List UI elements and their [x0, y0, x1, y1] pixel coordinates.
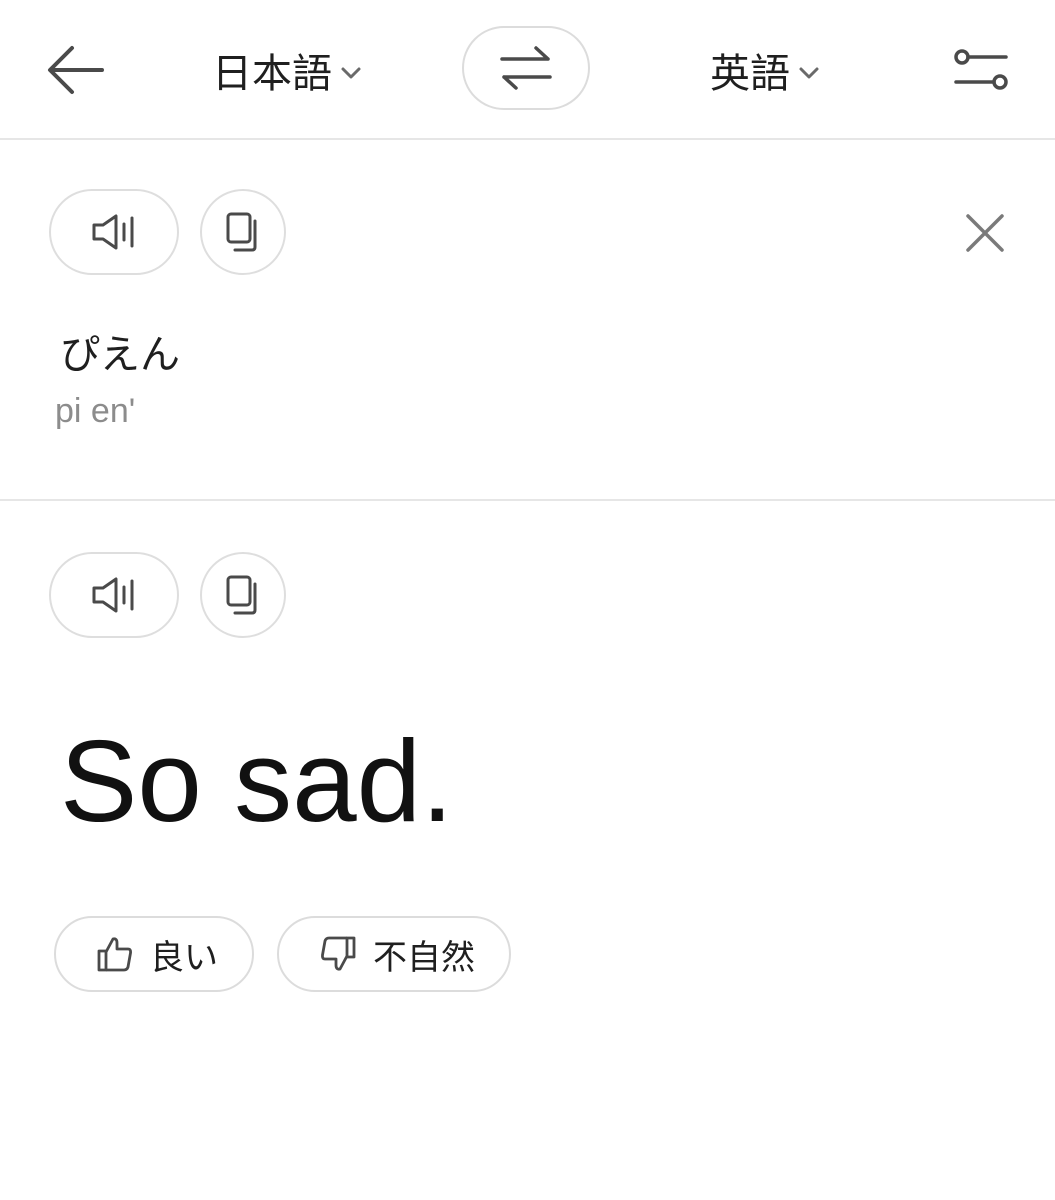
sliders-icon	[954, 49, 1008, 90]
panel-divider	[0, 499, 1055, 501]
source-copy-button[interactable]	[200, 189, 286, 275]
translation-result: So sad.	[60, 716, 454, 846]
source-speak-button[interactable]	[49, 189, 179, 275]
copy-icon	[226, 575, 257, 615]
target-language-label: 英語	[710, 51, 790, 97]
result-speak-button[interactable]	[49, 552, 179, 638]
feedback-unnatural-label: 不自然	[373, 937, 475, 978]
swap-icon	[500, 46, 552, 90]
source-language-label: 日本語	[212, 51, 332, 97]
header-bar: 日本語 英語	[0, 0, 1055, 140]
swap-languages-button[interactable]	[462, 26, 590, 110]
back-arrow-icon	[48, 46, 104, 94]
source-romanization: pi en'	[55, 392, 136, 430]
chevron-down-icon	[799, 67, 819, 79]
speaker-icon	[92, 214, 134, 250]
settings-button[interactable]	[950, 44, 1012, 96]
close-icon	[966, 214, 1004, 252]
copy-icon	[226, 212, 257, 252]
chevron-down-icon	[341, 67, 361, 79]
back-button[interactable]	[42, 40, 108, 100]
thumbs-up-icon	[97, 937, 132, 972]
feedback-unnatural-button[interactable]: 不自然	[277, 916, 511, 992]
thumbs-down-icon	[321, 936, 356, 971]
result-copy-button[interactable]	[200, 552, 286, 638]
clear-input-button[interactable]	[962, 210, 1008, 256]
source-language-selector[interactable]: 日本語	[212, 40, 362, 100]
source-text[interactable]: ぴえん	[60, 322, 180, 380]
target-language-selector[interactable]: 英語	[710, 40, 820, 100]
speaker-icon	[92, 577, 134, 613]
feedback-good-button[interactable]: 良い	[54, 916, 254, 992]
feedback-good-label: 良い	[150, 937, 218, 978]
